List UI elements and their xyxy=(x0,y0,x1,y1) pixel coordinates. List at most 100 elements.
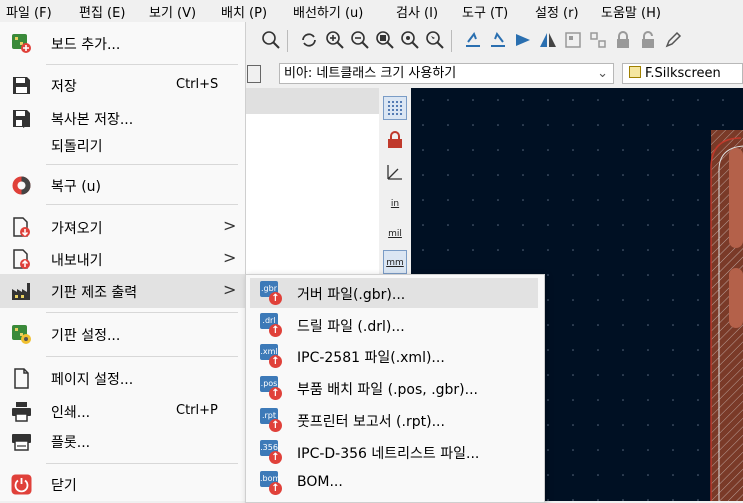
menu-item-print[interactable]: 인쇄... Ctrl+P xyxy=(0,394,245,428)
menu-item-label: 되돌리기 xyxy=(51,139,103,155)
menu-inspect[interactable]: 검사 (I) xyxy=(396,2,438,21)
menu-item-page-setup[interactable]: 페이지 설정... xyxy=(0,361,245,395)
flip-icon[interactable] xyxy=(513,30,533,50)
ungroup-icon[interactable] xyxy=(588,30,608,50)
menu-item-export[interactable]: 내보내기 > xyxy=(0,242,245,276)
shortcut-label: Ctrl+P xyxy=(176,403,218,418)
page-setup-icon xyxy=(14,368,29,389)
save-icon xyxy=(13,77,30,94)
plot-icon xyxy=(12,434,31,451)
lock-icon[interactable] xyxy=(613,30,633,50)
menu-help[interactable]: 도움말 (H) xyxy=(601,2,661,21)
menu-item-label: 인쇄... xyxy=(51,405,91,421)
submenu-item-label: IPC-D-356 네트리스트 파일... xyxy=(297,446,480,462)
layer-combo[interactable]: F.Silkscreen xyxy=(622,63,743,84)
submenu-item-label: 풋프린터 보고서 (.rpt)... xyxy=(297,414,445,430)
zoom-page-icon[interactable] xyxy=(375,30,395,50)
menu-item-label: 기판 설정... xyxy=(51,328,121,344)
fab-outputs-submenu: .gbr ↑ 거버 파일(.gbr)... .drl ↑ 드릴 파일 (.drl).… xyxy=(245,274,545,503)
menu-item-revert[interactable]: 되돌리기 xyxy=(0,128,245,162)
menu-item-recover[interactable]: 복구 (u) xyxy=(0,168,245,202)
submenu-item-bom[interactable]: .bom ↑ BOM... xyxy=(250,468,538,498)
toolbar-separator xyxy=(451,30,452,52)
zoom-fit-icon[interactable] xyxy=(261,30,281,50)
menu-separator xyxy=(46,164,238,165)
import-icon xyxy=(13,217,30,237)
submenu-item-label: 거버 파일(.gbr)... xyxy=(297,287,406,303)
menu-item-board-setup[interactable]: 기판 설정... xyxy=(0,317,245,351)
menu-item-label: 닫기 xyxy=(51,478,77,494)
menu-route[interactable]: 배선하기 (u) xyxy=(293,2,363,21)
menu-item-label: 복사본 저장... xyxy=(51,112,134,128)
zoom-out-icon[interactable] xyxy=(350,30,370,50)
group-icon[interactable] xyxy=(563,30,583,50)
via-size-combo-value: 비아: 네트클래스 크기 사용하기 xyxy=(284,66,457,81)
edit-icon[interactable] xyxy=(663,30,683,50)
recover-icon xyxy=(12,176,31,195)
left-panel-header xyxy=(245,88,379,114)
menu-edit[interactable]: 편집 (E) xyxy=(79,2,125,21)
menu-tools[interactable]: 도구 (T) xyxy=(462,2,508,21)
submenu-arrow-icon: > xyxy=(223,248,237,267)
export-icon xyxy=(13,249,30,269)
menu-item-label: 페이지 설정... xyxy=(51,372,134,388)
submenu-item-drill[interactable]: .drl ↑ 드릴 파일 (.drl)... xyxy=(250,310,538,340)
menu-item-close[interactable]: 닫기 xyxy=(0,467,245,501)
units-inch-button[interactable]: in xyxy=(383,192,407,216)
menu-view[interactable]: 보기 (V) xyxy=(149,2,196,21)
refresh-icon[interactable] xyxy=(299,30,319,50)
zoom-selection-icon[interactable] xyxy=(425,30,445,50)
menu-separator xyxy=(46,204,238,205)
menu-item-label: 기판 제조 출력 xyxy=(51,285,138,301)
zoom-objects-icon[interactable] xyxy=(400,30,420,50)
menu-item-label: 저장 xyxy=(51,79,77,95)
submenu-item-footprint-report[interactable]: .rpt ↑ 풋프린터 보고서 (.rpt)... xyxy=(250,405,538,435)
file-menu: 보드 추가... 저장 Ctrl+S 복사본 저장... 되돌리기 복구 (u)… xyxy=(0,22,246,501)
rotate-cw-icon[interactable] xyxy=(488,30,508,50)
polar-coords-icon[interactable] xyxy=(383,162,407,186)
submenu-item-ipc-d-356[interactable]: .356 ↑ IPC-D-356 네트리스트 파일... xyxy=(250,437,538,467)
via-size-combo[interactable]: 비아: 네트클래스 크기 사용하기 ⌄ xyxy=(279,63,614,84)
menu-place[interactable]: 배치 (P) xyxy=(221,2,267,21)
xml-file-icon: .xml ↑ xyxy=(258,344,284,370)
grid-toggle-icon[interactable] xyxy=(383,96,407,120)
netlist-file-icon: .356 ↑ xyxy=(258,440,284,466)
menu-item-import[interactable]: 가져오기 > xyxy=(0,210,245,244)
menu-separator xyxy=(46,356,238,357)
mirror-icon[interactable] xyxy=(538,30,558,50)
rotate-ccw-icon[interactable] xyxy=(463,30,483,50)
unlock-icon[interactable] xyxy=(638,30,658,50)
menu-separator xyxy=(46,463,238,464)
menu-item-label: 가져오기 xyxy=(51,221,103,237)
layer-combo-value: F.Silkscreen xyxy=(645,66,721,81)
power-icon xyxy=(11,474,32,495)
add-board-icon xyxy=(12,34,31,53)
submenu-item-label: BOM... xyxy=(297,474,343,490)
drc-lock-icon[interactable] xyxy=(383,130,407,154)
menu-preferences[interactable]: 설정 (r) xyxy=(535,2,579,21)
submenu-item-gerbers[interactable]: .gbr ↑ 거버 파일(.gbr)... xyxy=(250,278,538,308)
units-mm-button[interactable]: mm xyxy=(383,250,407,274)
menu-item-label: 보드 추가... xyxy=(51,37,121,53)
factory-icon xyxy=(12,283,30,300)
menu-item-fab-outputs[interactable]: 기판 제조 출력 > xyxy=(0,274,245,308)
submenu-item-position[interactable]: .pos ↑ 부품 배치 파일 (.pos, .gbr)... xyxy=(250,373,538,403)
submenu-item-label: 부품 배치 파일 (.pos, .gbr)... xyxy=(297,382,478,398)
track-width-icon[interactable] xyxy=(247,65,261,83)
menu-item-add-board[interactable]: 보드 추가... xyxy=(0,26,245,60)
menu-file[interactable]: 파일 (F) xyxy=(6,2,52,21)
drill-file-icon: .drl ↑ xyxy=(258,313,284,339)
menu-item-save[interactable]: 저장 Ctrl+S xyxy=(0,68,245,102)
toolbar-separator xyxy=(287,30,288,52)
menu-separator xyxy=(46,64,238,65)
submenu-item-ipc2581[interactable]: .xml ↑ IPC-2581 파일(.xml)... xyxy=(250,341,538,371)
zoom-in-icon[interactable] xyxy=(325,30,345,50)
menu-bar: 파일 (F) 편집 (E) 보기 (V) 배치 (P) 배선하기 (u) 검사 … xyxy=(0,0,743,22)
chevron-down-icon: ⌄ xyxy=(597,66,608,81)
secondary-toolbar: 비아: 네트클래스 크기 사용하기 ⌄ F.Silkscreen xyxy=(245,60,743,89)
submenu-arrow-icon: > xyxy=(223,216,237,235)
units-mil-button[interactable]: mil xyxy=(383,222,407,246)
gerber-file-icon: .gbr ↑ xyxy=(258,281,284,307)
shortcut-label: Ctrl+S xyxy=(176,77,219,92)
menu-item-plot[interactable]: 플롯... xyxy=(0,424,245,458)
